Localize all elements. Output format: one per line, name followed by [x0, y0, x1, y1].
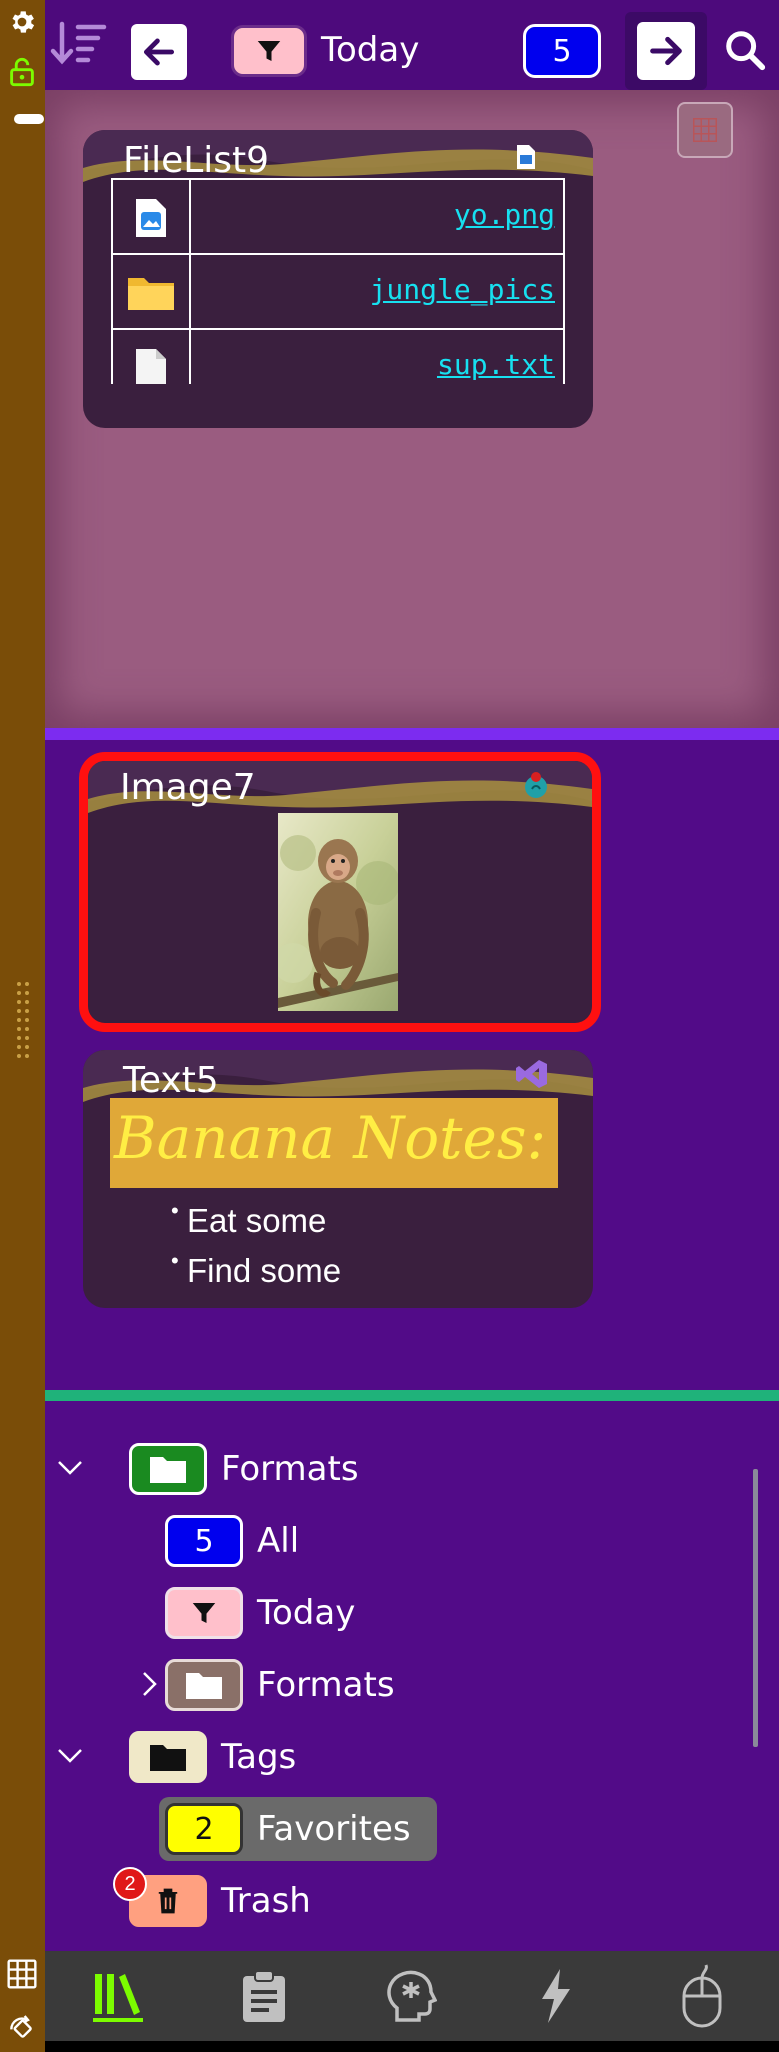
pane-tree: Formats 5 All Today Formats Tags 2 Favor…: [45, 1401, 779, 1951]
file-icon-cell: [113, 180, 191, 255]
arrow-right-icon: [650, 36, 682, 66]
filter-icon: [192, 1603, 216, 1623]
bottom-tab-bar: [45, 1951, 779, 2041]
count-badge[interactable]: 5: [523, 24, 601, 78]
monkey-photo: [273, 813, 400, 1011]
text-banner: Banana Notes:: [110, 1098, 558, 1188]
filter-label[interactable]: Today: [321, 30, 419, 70]
tree-folder-badge: [165, 1659, 243, 1711]
tree-label: Trash: [221, 1881, 311, 1921]
tree-item-formats[interactable]: Formats: [129, 1443, 359, 1495]
image-app-icon: [522, 769, 550, 801]
image-card-selected[interactable]: Image7: [79, 752, 601, 1032]
lightning-icon: [542, 1969, 570, 2023]
count-badge: 5: [165, 1515, 243, 1567]
tree-item-trash[interactable]: Trash: [129, 1875, 311, 1927]
tab-actions[interactable]: [483, 1951, 629, 2041]
drag-grip-icon[interactable]: [15, 980, 31, 1066]
bullet-text: Find some: [187, 1252, 342, 1289]
tree-label: Today: [257, 1593, 356, 1633]
head-gear-icon: [387, 1970, 437, 2022]
pane-divider[interactable]: [45, 1390, 779, 1401]
file-icon-cell: [113, 255, 191, 330]
image-file-icon: [515, 144, 537, 170]
left-sidebar: [0, 0, 45, 2052]
tree-item-all[interactable]: 5 All: [165, 1515, 299, 1567]
file-icon-cell: [113, 330, 191, 384]
tab-library[interactable]: [45, 1951, 191, 2041]
arrow-left-icon: [143, 38, 175, 66]
file-row[interactable]: jungle_pics: [113, 255, 563, 330]
folder-icon: [186, 1673, 222, 1699]
collapse-handle[interactable]: [14, 114, 44, 124]
filelist-card[interactable]: FileList9 yo.png jungle_pics sup.txt: [83, 130, 593, 428]
filelist-title: FileList9: [123, 140, 270, 181]
file-link[interactable]: yo.png: [454, 198, 555, 231]
tree-scrollbar[interactable]: [753, 1469, 758, 1747]
tree-item-tags[interactable]: Tags: [129, 1731, 296, 1783]
visual-studio-icon: [515, 1058, 549, 1090]
folder-icon: [128, 277, 174, 310]
tree-label: Favorites: [257, 1809, 411, 1849]
lock-icon[interactable]: [6, 56, 38, 88]
tree-item-favorites[interactable]: 2 Favorites: [165, 1803, 411, 1855]
folder-icon: [150, 1745, 186, 1771]
tree-folder-badge: [129, 1443, 207, 1495]
count-badge: 2: [165, 1803, 243, 1855]
folder-icon: [150, 1457, 186, 1483]
mouse-icon: [682, 1964, 722, 2028]
filter-icon: [257, 41, 281, 61]
system-nav-strip: [45, 2041, 779, 2052]
notification-badge: 2: [113, 1867, 147, 1901]
tree-label: Formats: [221, 1449, 359, 1489]
search-icon[interactable]: [717, 22, 773, 78]
tree-label: Formats: [257, 1665, 395, 1705]
forward-button-container[interactable]: [625, 12, 707, 90]
back-button[interactable]: [131, 24, 187, 80]
forward-button[interactable]: [637, 22, 695, 80]
image-file-icon: [136, 198, 166, 237]
sort-icon[interactable]: [47, 18, 109, 68]
text-file-icon: [136, 348, 166, 384]
clipboard-icon: [243, 1970, 285, 2022]
tree-folder-badge: [129, 1731, 207, 1783]
tab-clipboard[interactable]: [191, 1951, 337, 2041]
pane-divider[interactable]: [45, 728, 779, 740]
tree-item-today[interactable]: Today: [165, 1587, 355, 1639]
grid-icon[interactable]: [6, 1958, 38, 1990]
file-row[interactable]: sup.txt: [113, 330, 563, 384]
settings-gear-icon[interactable]: [6, 6, 38, 38]
chevron-down-icon[interactable]: [53, 1451, 87, 1485]
tree-label: Tags: [221, 1737, 297, 1777]
text-title: Text5: [123, 1060, 219, 1101]
filter-chip[interactable]: [231, 25, 307, 77]
trash-icon: [158, 1888, 178, 1914]
pane-filelist: FileList9 yo.png jungle_pics sup.txt: [45, 90, 779, 728]
tab-mind[interactable]: [337, 1951, 483, 2041]
file-link[interactable]: jungle_pics: [370, 273, 555, 306]
text-card[interactable]: Text5 Banana Notes: • Eat some • Find so…: [83, 1050, 593, 1308]
chevron-down-icon[interactable]: [53, 1739, 87, 1773]
rotate-device-icon[interactable]: [6, 2012, 38, 2044]
pane-image-text: Image7 Text5 Banana Notes: • Eat some • …: [45, 740, 779, 1390]
top-toolbar: Today 5: [45, 0, 779, 90]
file-table: yo.png jungle_pics sup.txt: [111, 178, 565, 384]
tab-mouse[interactable]: [629, 1951, 775, 2041]
pane-grid-button[interactable]: [677, 102, 733, 158]
grid-plus-icon: [693, 118, 717, 142]
bullet-text: Eat some: [187, 1202, 327, 1239]
library-icon: [93, 1974, 143, 2022]
filter-badge: [165, 1587, 243, 1639]
file-link[interactable]: sup.txt: [437, 348, 555, 381]
tree-item-formats-child[interactable]: Formats: [165, 1659, 395, 1711]
image-title: Image7: [120, 767, 256, 808]
tree-label: All: [257, 1521, 300, 1561]
chevron-right-icon[interactable]: [133, 1667, 167, 1701]
banner-text: Banana Notes:: [114, 1104, 547, 1172]
file-row[interactable]: yo.png: [113, 180, 563, 255]
